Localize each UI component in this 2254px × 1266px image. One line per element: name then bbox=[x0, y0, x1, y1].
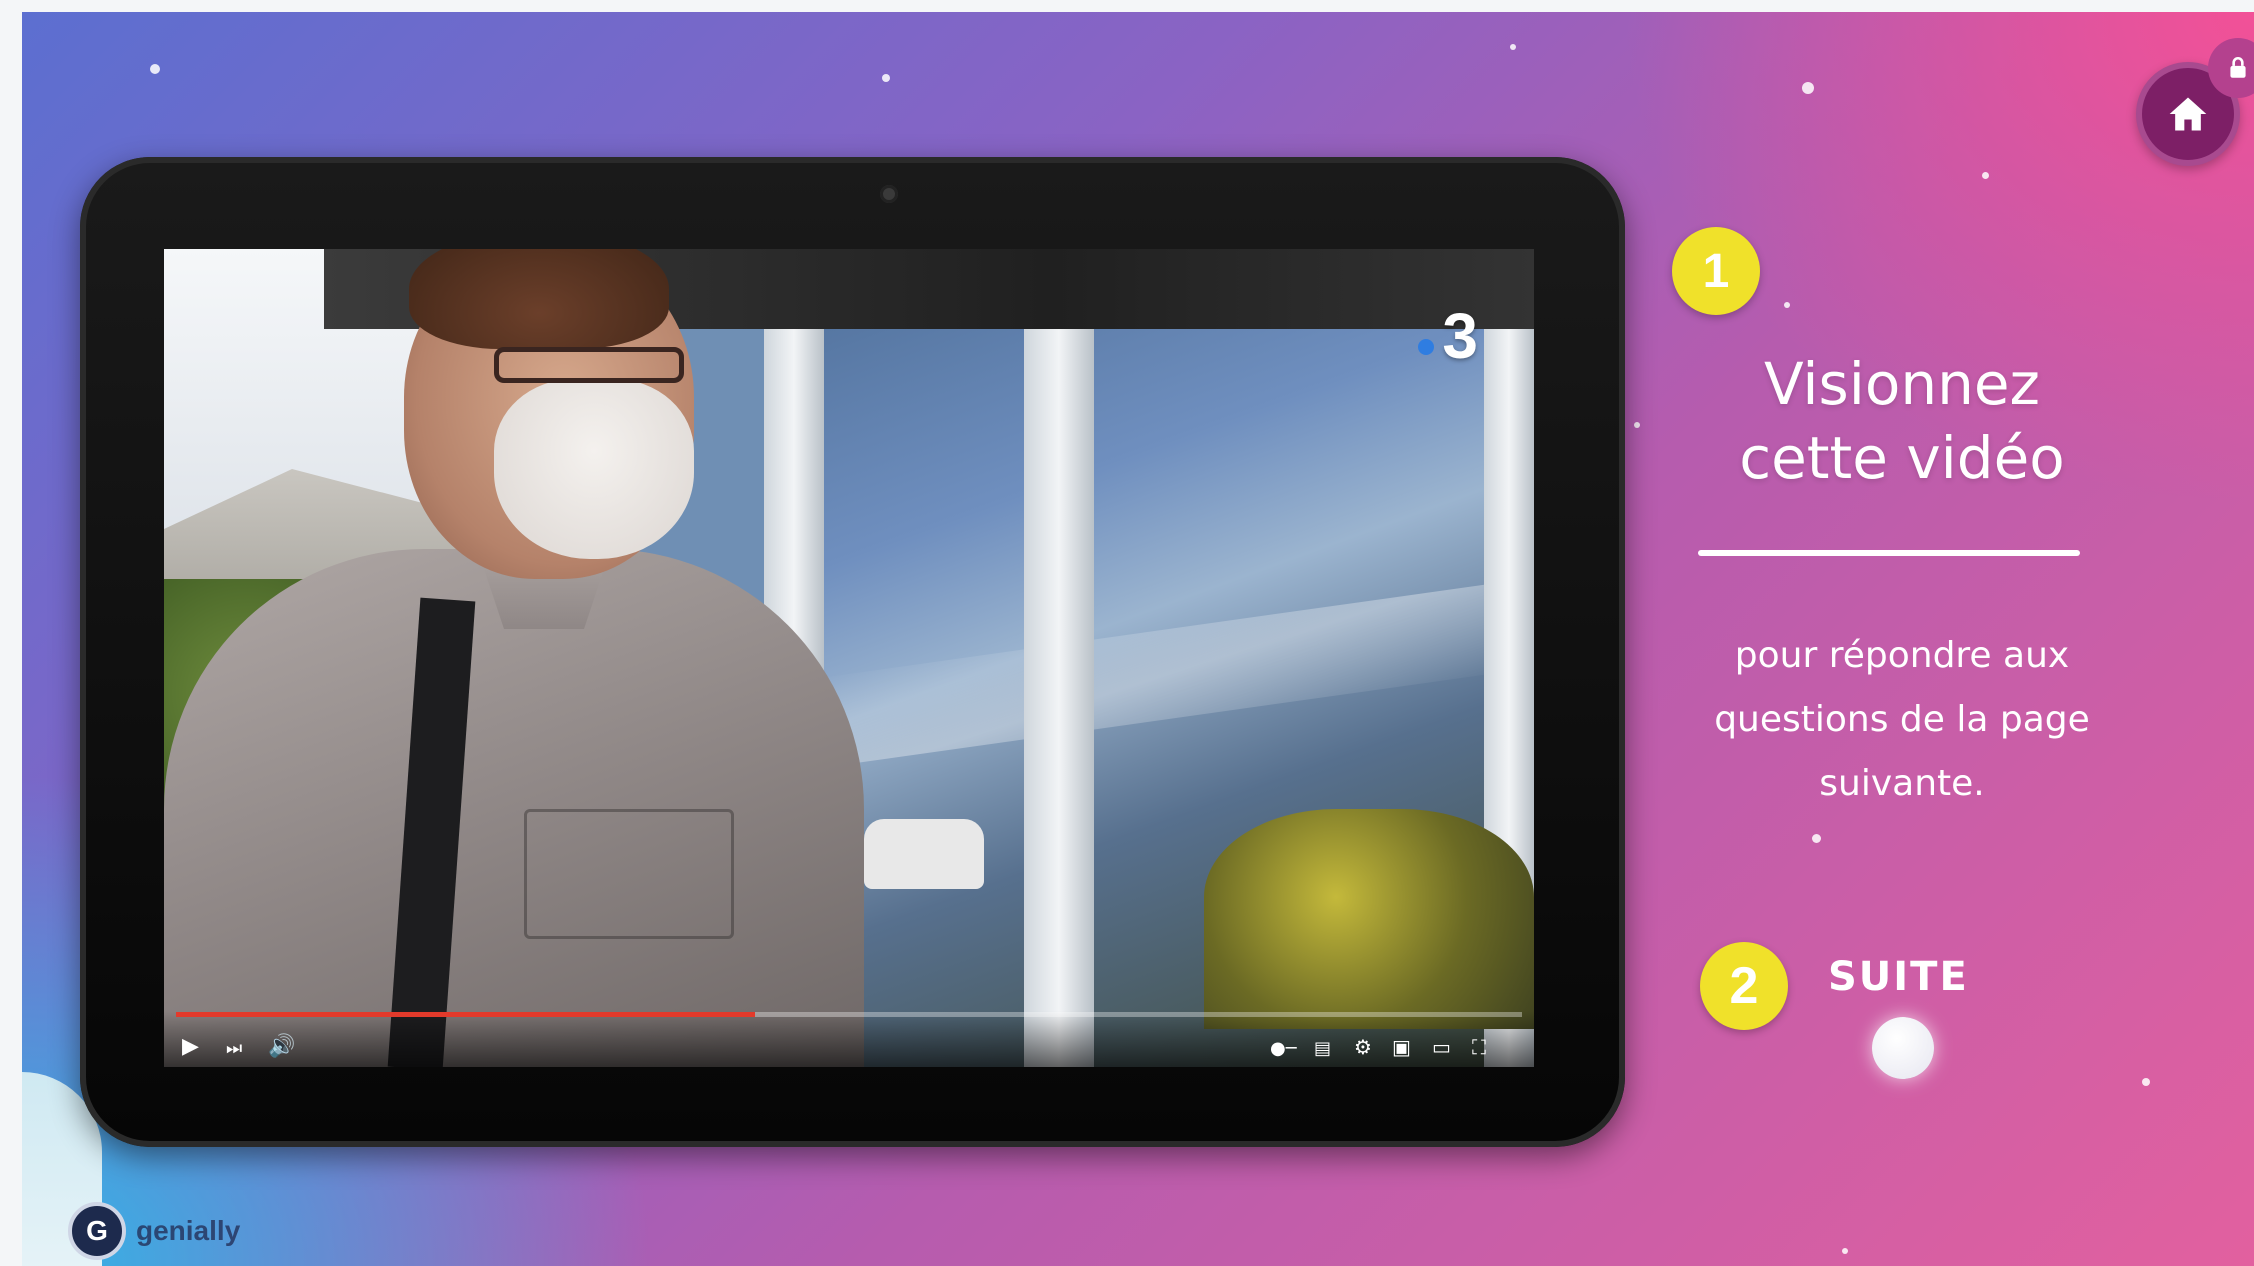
star-decoration bbox=[150, 64, 160, 74]
video-progress-fill bbox=[176, 1012, 755, 1017]
star-decoration bbox=[1510, 44, 1516, 50]
star-decoration bbox=[1982, 172, 1989, 179]
star-decoration bbox=[1812, 834, 1821, 843]
video-person-glasses bbox=[494, 347, 684, 383]
video-person-hair bbox=[409, 249, 669, 349]
video-scene-hedge bbox=[1204, 809, 1534, 1029]
miniplayer-icon[interactable]: ▣ bbox=[1392, 1035, 1411, 1059]
genially-logo: G bbox=[68, 1202, 126, 1260]
genially-branding[interactable]: G genially bbox=[68, 1202, 240, 1260]
video-person-mask bbox=[494, 379, 694, 559]
slide-title: Visionnez cette vidéo bbox=[1662, 347, 2142, 495]
home-icon bbox=[2169, 97, 2207, 131]
video-progress-bar[interactable] bbox=[176, 1012, 1522, 1017]
star-decoration bbox=[2142, 1078, 2150, 1086]
step-1-badge: 1 bbox=[1672, 227, 1760, 315]
genially-name: genially bbox=[136, 1215, 241, 1246]
fullscreen-icon[interactable]: ⛶ bbox=[1472, 1035, 1486, 1059]
star-decoration bbox=[1802, 82, 1814, 94]
channel-logo-dot bbox=[1418, 339, 1434, 355]
volume-icon[interactable]: 🔊 bbox=[268, 1034, 295, 1059]
next-label[interactable]: SUITE bbox=[1828, 954, 1969, 1000]
player-controls-bar: ▶ ⏭ 🔊 ●─ ▤ ⚙ ▣ ▭ ⛶ bbox=[164, 1011, 1534, 1067]
lock-icon bbox=[2230, 56, 2246, 78]
title-line-1: Visionnez bbox=[1764, 350, 2040, 418]
subtitles-icon[interactable]: ▤ bbox=[1314, 1038, 1331, 1059]
theater-mode-icon[interactable]: ▭ bbox=[1432, 1035, 1451, 1059]
play-icon[interactable]: ▶ bbox=[182, 1034, 199, 1059]
title-line-2: cette vidéo bbox=[1739, 424, 2065, 492]
star-decoration bbox=[882, 74, 890, 82]
video-player[interactable]: 3 ▶ ⏭ 🔊 ●─ ▤ ⚙ ▣ ▭ ⛶ bbox=[164, 249, 1534, 1067]
video-scene-pillar bbox=[1024, 249, 1094, 1067]
channel-logo: 3 bbox=[1442, 300, 1478, 372]
skip-next-icon[interactable]: ⏭ bbox=[226, 1038, 242, 1059]
star-decoration bbox=[1842, 1248, 1848, 1254]
star-decoration bbox=[1784, 302, 1790, 308]
star-decoration bbox=[1634, 422, 1640, 428]
instruction-text: pour répondre aux questions de la page s… bbox=[1672, 624, 2132, 816]
next-page-button[interactable] bbox=[1872, 1017, 1934, 1079]
step-2-badge: 2 bbox=[1700, 942, 1788, 1030]
video-scene-car bbox=[864, 819, 984, 889]
video-person-pocket bbox=[524, 809, 734, 939]
instruction-line-2: questions de la page bbox=[1714, 699, 2090, 740]
instruction-line-1: pour répondre aux bbox=[1734, 635, 2070, 676]
tablet-frame: 3 ▶ ⏭ 🔊 ●─ ▤ ⚙ ▣ ▭ ⛶ bbox=[80, 157, 1625, 1147]
title-divider bbox=[1698, 550, 2080, 556]
instruction-line-3: suivante. bbox=[1819, 763, 1985, 804]
presentation-slide: 3 ▶ ⏭ 🔊 ●─ ▤ ⚙ ▣ ▭ ⛶ 1 Visionnez cette v… bbox=[22, 12, 2254, 1266]
settings-gear-icon[interactable]: ⚙ bbox=[1354, 1035, 1372, 1059]
autoplay-toggle-icon[interactable]: ●─ bbox=[1270, 1038, 1297, 1059]
tablet-camera bbox=[880, 185, 898, 203]
